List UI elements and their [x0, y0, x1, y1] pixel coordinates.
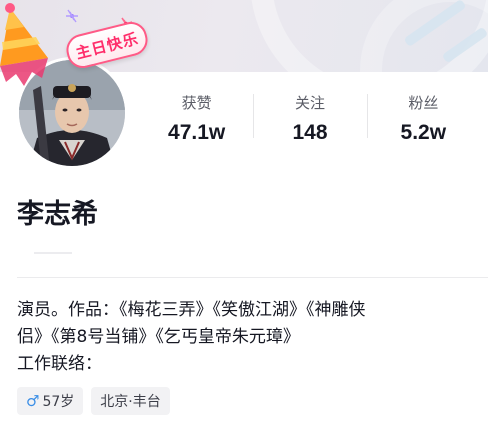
stat-value: 5.2w [400, 121, 447, 144]
bio-line: 侣》《第8号当铺》《乞丐皇帝朱元璋》 [17, 327, 300, 347]
stat-label: 粉丝 [408, 94, 439, 112]
section-divider [17, 277, 488, 278]
location-tag[interactable]: 北京·丰台 [91, 387, 170, 415]
profile-name: 李志希 [17, 199, 98, 230]
bio-line: 演员。作品：《梅花三弄》《笑傲江湖》《神雕侠 [17, 300, 366, 320]
stat-following[interactable]: 关注 148 [253, 88, 366, 148]
name-divider [34, 252, 72, 254]
bio-line: 工作联络： [17, 354, 102, 374]
age-label: 57岁 [42, 394, 75, 410]
stat-followers[interactable]: 粉丝 5.2w [366, 88, 480, 148]
stat-likes[interactable]: 获赞 47.1w [140, 88, 253, 148]
age-tag: ♂ 57岁 [17, 387, 84, 415]
profile-stats: 获赞 47.1w 关注 148 粉丝 5.2w [140, 88, 480, 148]
stat-value: 47.1w [168, 121, 226, 144]
male-icon: ♂ [26, 392, 40, 410]
stat-label: 关注 [294, 94, 325, 112]
stat-value: 148 [292, 121, 328, 144]
stat-label: 获赞 [181, 94, 212, 112]
profile-tags: ♂ 57岁 北京·丰台 [17, 387, 170, 415]
location-label: 北京·丰台 [100, 394, 161, 410]
profile-bio: 演员。作品：《梅花三弄》《笑傲江湖》《神雕侠 侣》《第8号当铺》《乞丐皇帝朱元璋… [17, 297, 479, 378]
